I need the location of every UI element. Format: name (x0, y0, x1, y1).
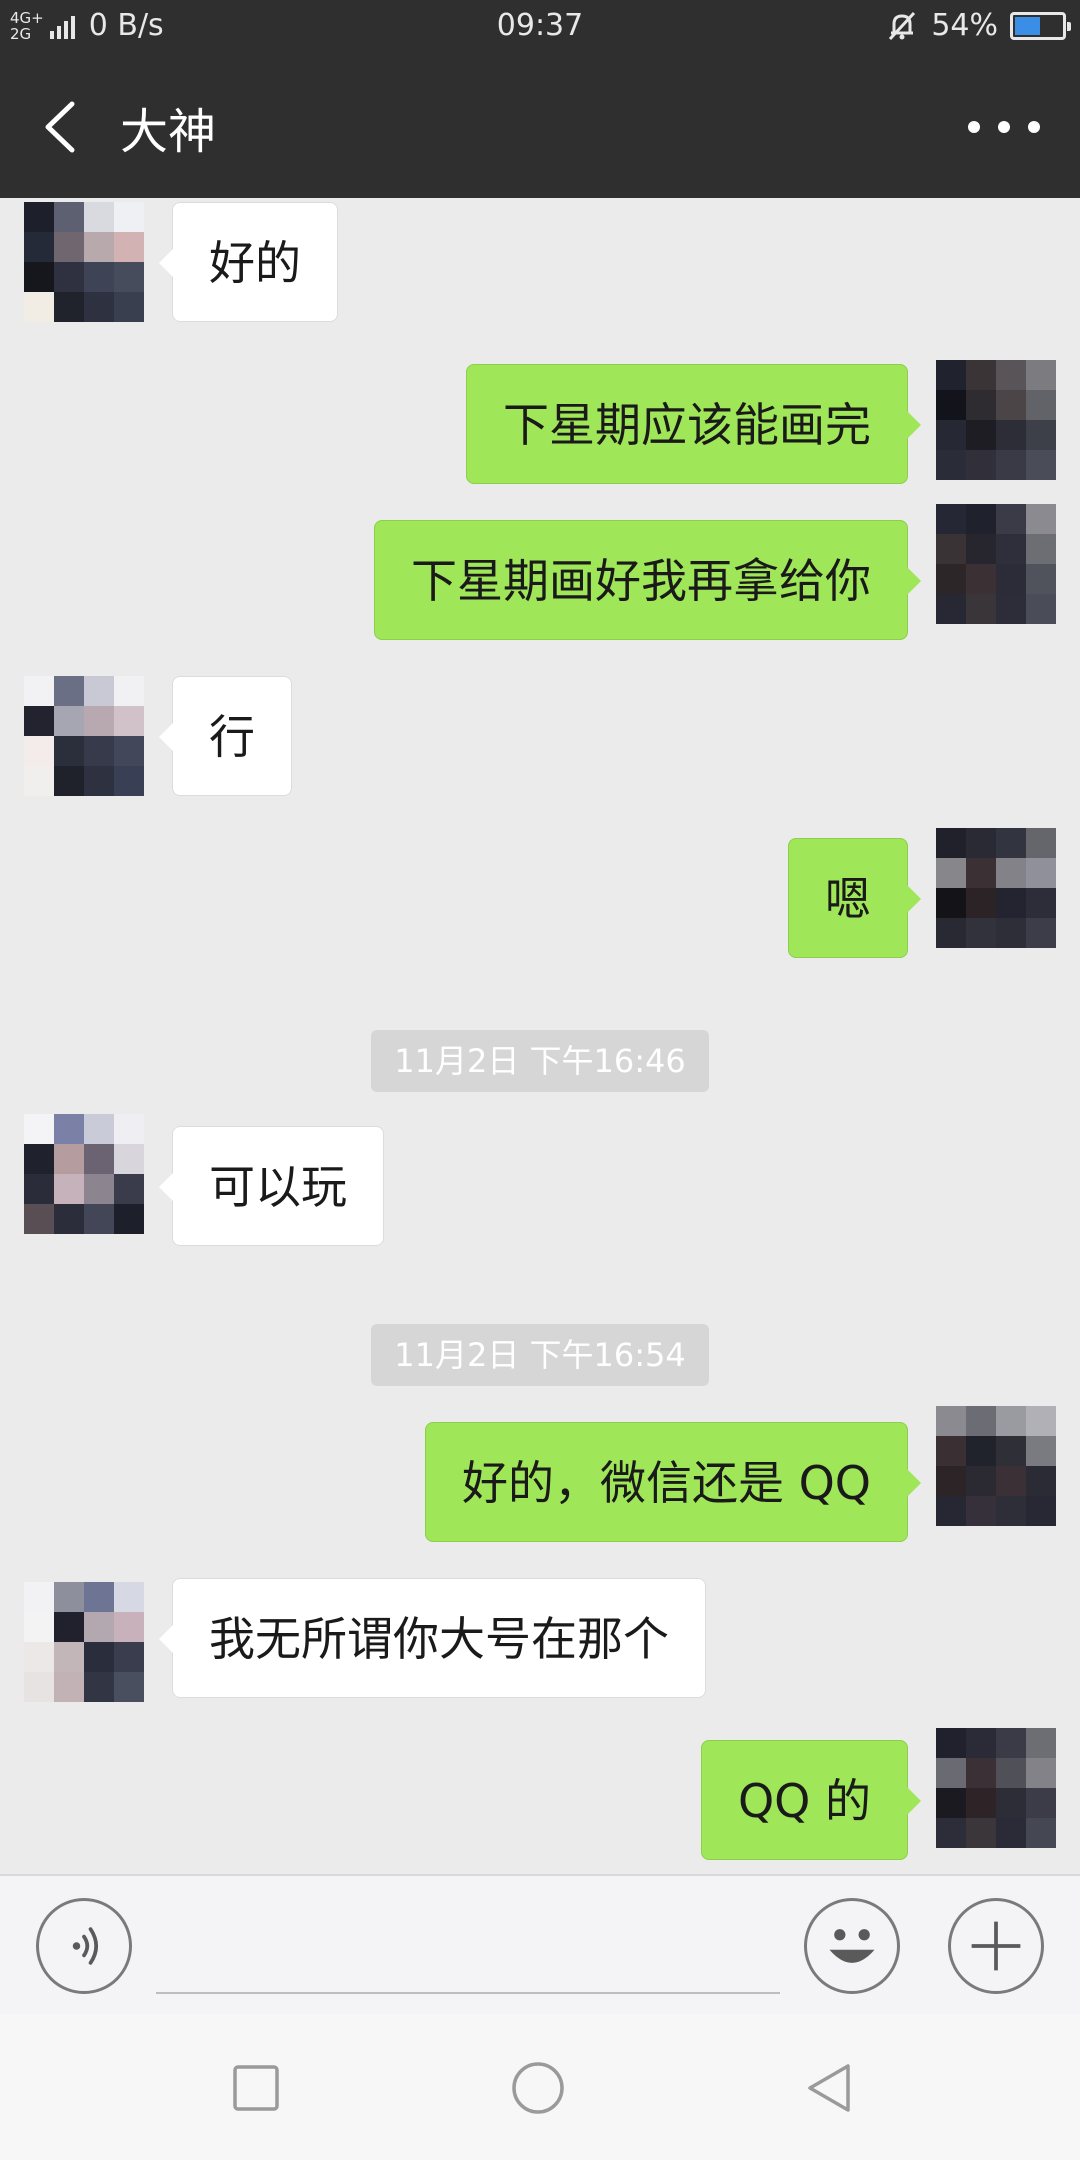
message-bubble-outgoing[interactable]: 下星期应该能画完 (466, 364, 921, 484)
status-bar: 4G+ 2G 0 B/s 09:37 54% (0, 0, 1080, 56)
message-input[interactable] (156, 1992, 780, 1994)
emoji-icon[interactable] (804, 1898, 900, 1994)
input-bar (0, 1874, 1080, 2014)
contact-avatar[interactable] (24, 1114, 144, 1234)
contact-avatar[interactable] (24, 1582, 144, 1702)
mute-icon (889, 11, 916, 40)
plus-icon[interactable] (948, 1898, 1044, 1994)
battery-percent: 54% (931, 8, 998, 43)
more-dots-icon[interactable] (968, 112, 1040, 142)
timestamp: 11月2日 下午16:46 (371, 1030, 709, 1092)
message-bubble-incoming[interactable]: 可以玩 (159, 1126, 384, 1246)
message-bubble-incoming[interactable]: 好的 (159, 202, 338, 322)
battery-icon (1010, 11, 1071, 40)
contact-avatar[interactable] (24, 202, 144, 322)
contact-avatar[interactable] (24, 676, 144, 796)
my-avatar[interactable] (936, 1728, 1056, 1848)
status-right: 54% (885, 8, 1071, 43)
message-bubble-outgoing[interactable]: QQ 的 (700, 1740, 922, 1860)
my-avatar[interactable] (936, 828, 1056, 948)
message-bubble-incoming[interactable]: 我无所谓你大号在那个 (159, 1578, 706, 1698)
title-bar: 大神 (0, 56, 1080, 198)
circle-icon[interactable] (508, 2058, 568, 2118)
chevron-left-icon[interactable] (36, 96, 86, 158)
voice-icon[interactable] (36, 1898, 132, 1994)
triangle-back-icon[interactable] (800, 2058, 860, 2118)
my-avatar[interactable] (936, 1406, 1056, 1526)
chat-area[interactable]: 好的 下星期应该能画完 下星期画好我再拿给你 行 嗯 11月2日 下午16:46… (0, 198, 1080, 1874)
navigation-bar (0, 2014, 1080, 2160)
my-avatar[interactable] (936, 504, 1056, 624)
square-icon[interactable] (226, 2058, 286, 2118)
message-bubble-outgoing[interactable]: 好的，微信还是 QQ (424, 1422, 922, 1542)
message-bubble-outgoing[interactable]: 下星期画好我再拿给你 (374, 520, 921, 640)
chat-title: 大神 (120, 104, 217, 160)
top-bar: 4G+ 2G 0 B/s 09:37 54% 大神 (0, 0, 1080, 198)
message-bubble-incoming[interactable]: 行 (159, 676, 292, 796)
my-avatar[interactable] (936, 360, 1056, 480)
timestamp: 11月2日 下午16:54 (371, 1324, 709, 1386)
message-bubble-outgoing[interactable]: 嗯 (788, 838, 921, 958)
battery-level (1015, 16, 1040, 35)
